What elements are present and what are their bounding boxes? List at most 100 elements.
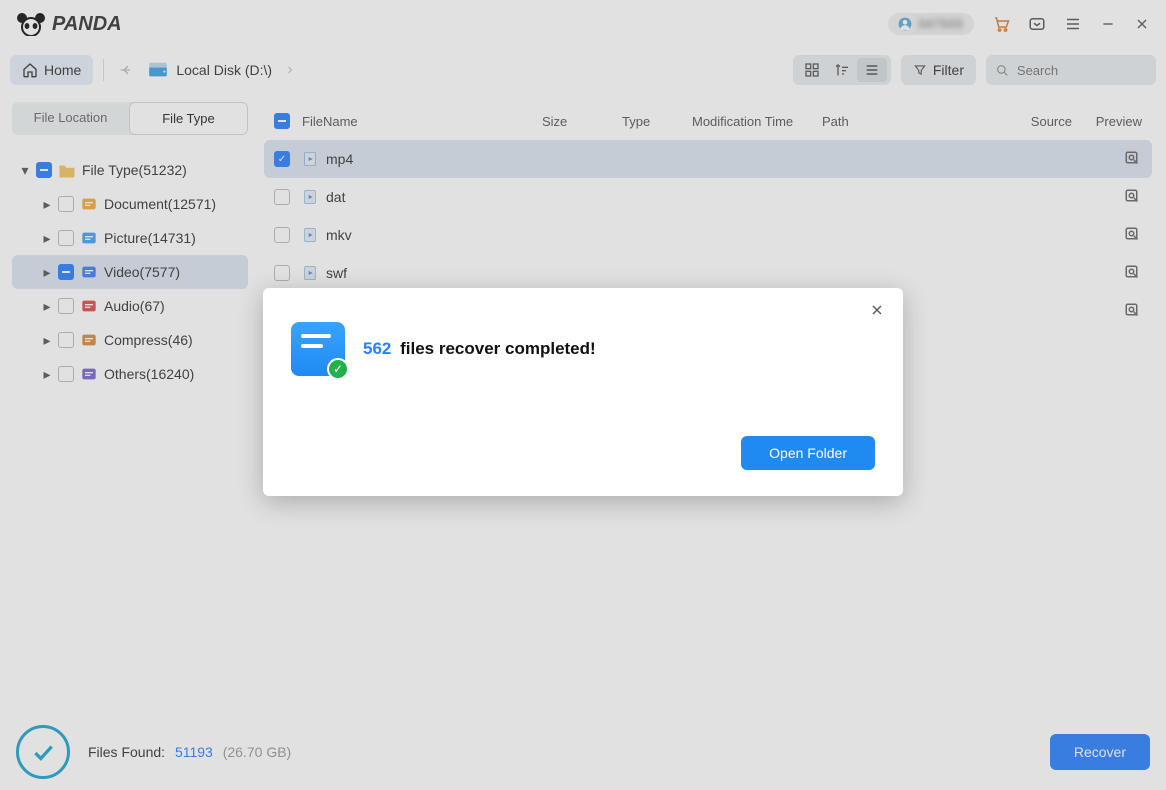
tree-node-label: Document(12571) <box>104 196 216 212</box>
open-folder-button[interactable]: Open Folder <box>741 436 875 470</box>
caret-right-icon: ▸ <box>42 196 52 213</box>
file-row[interactable]: ✓ mp4 <box>264 140 1152 178</box>
home-icon <box>22 62 38 78</box>
dialog-message: 562 files recover completed! <box>363 339 596 359</box>
filter-button[interactable]: Filter <box>901 55 976 85</box>
user-id-obscured: 347505 <box>918 17 964 31</box>
file-name: dat <box>326 189 566 205</box>
file-row[interactable]: swf <box>264 254 1152 292</box>
checkbox-node[interactable] <box>58 366 74 382</box>
menu-icon[interactable] <box>1064 15 1082 33</box>
checkbox-root[interactable] <box>36 162 52 178</box>
tree-root-label: File Type(51232) <box>82 162 187 178</box>
category-icon <box>80 298 98 314</box>
magnify-icon <box>1124 150 1142 168</box>
files-found-text: Files Found: 51193 (26.70 GB) <box>88 744 291 760</box>
caret-right-icon: ▸ <box>42 298 52 315</box>
tree-node[interactable]: ▸ Video(7577) <box>12 255 248 289</box>
recover-complete-dialog: ✓ 562 files recover completed! Open Fold… <box>263 288 903 496</box>
checkbox-row[interactable] <box>274 189 290 205</box>
close-icon[interactable] <box>1134 16 1150 32</box>
category-icon <box>80 196 98 212</box>
tree-node[interactable]: ▸ Document(12571) <box>12 187 248 221</box>
tab-file-location[interactable]: File Location <box>12 102 129 135</box>
checkbox-row[interactable] <box>274 265 290 281</box>
checkbox-node[interactable] <box>58 332 74 348</box>
checkbox-row[interactable] <box>274 227 290 243</box>
checkbox-row[interactable]: ✓ <box>274 151 290 167</box>
preview-button[interactable] <box>1124 264 1142 282</box>
folder-icon <box>58 162 76 178</box>
column-mtime[interactable]: Modification Time <box>692 114 822 129</box>
app-logo: PANDA <box>16 12 122 36</box>
column-filename[interactable]: FileName <box>302 114 542 129</box>
column-path[interactable]: Path <box>822 114 1002 129</box>
category-icon <box>80 230 98 246</box>
tree-node[interactable]: ▸Audio(67) <box>12 289 248 323</box>
checkbox-node[interactable] <box>58 230 74 246</box>
file-row[interactable]: dat <box>264 178 1152 216</box>
view-sort-button[interactable] <box>827 58 857 82</box>
file-name: mp4 <box>326 151 566 167</box>
preview-button[interactable] <box>1124 302 1142 320</box>
grid-icon <box>804 62 820 78</box>
column-source[interactable]: Source <box>1002 114 1072 129</box>
tree-node-label: Video(7577) <box>104 264 180 280</box>
category-icon <box>80 264 98 280</box>
tree-node[interactable]: ▸Picture(14731) <box>12 221 248 255</box>
checkbox-all[interactable] <box>274 113 290 129</box>
checkbox-node[interactable] <box>58 298 74 314</box>
user-badge[interactable]: 347505 <box>888 13 974 35</box>
home-button[interactable]: Home <box>10 55 93 85</box>
tree-root[interactable]: ▾ File Type(51232) <box>12 153 248 187</box>
preview-button[interactable] <box>1124 188 1142 206</box>
back-button[interactable] <box>114 58 138 82</box>
column-size[interactable]: Size <box>542 114 622 129</box>
checkbox-node[interactable] <box>58 196 74 212</box>
search-icon <box>996 63 1009 78</box>
caret-right-icon: ▸ <box>42 366 52 383</box>
app-name: PANDA <box>52 13 122 36</box>
dialog-text: files recover completed! <box>400 339 596 358</box>
file-name: mkv <box>326 227 566 243</box>
list-icon <box>864 62 880 78</box>
check-icon <box>30 739 56 765</box>
files-found-label: Files Found: <box>88 744 165 760</box>
preview-button[interactable] <box>1124 150 1142 168</box>
preview-button[interactable] <box>1124 226 1142 244</box>
category-icon <box>80 332 98 348</box>
tree-node[interactable]: ▸ Others(16240) <box>12 357 248 391</box>
dialog-close-button[interactable] <box>869 302 885 318</box>
file-name: swf <box>326 265 566 281</box>
disk-icon <box>148 62 168 78</box>
caret-down-icon: ▾ <box>20 162 30 179</box>
column-type[interactable]: Type <box>622 114 692 129</box>
file-type-icon <box>302 151 318 167</box>
files-found-size: (26.70 GB) <box>223 744 291 760</box>
minimize-icon[interactable] <box>1100 16 1116 32</box>
magnify-icon <box>1124 188 1142 206</box>
magnify-icon <box>1124 226 1142 244</box>
column-preview[interactable]: Preview <box>1072 114 1142 129</box>
view-list-button[interactable] <box>857 58 887 82</box>
tree-node-label: Others(16240) <box>104 366 194 382</box>
search-input[interactable] <box>1017 63 1146 78</box>
scan-complete-icon <box>16 725 70 779</box>
file-row[interactable]: mkv <box>264 216 1152 254</box>
inbox-icon[interactable] <box>1028 15 1046 33</box>
caret-right-icon: ▸ <box>42 264 52 281</box>
chevron-right-icon <box>284 64 296 76</box>
checkbox-node[interactable] <box>58 264 74 280</box>
tab-file-type[interactable]: File Type <box>129 102 248 135</box>
cart-icon[interactable] <box>992 15 1010 33</box>
caret-right-icon: ▸ <box>42 332 52 349</box>
view-mode-group <box>793 55 891 85</box>
search-field[interactable] <box>986 55 1156 85</box>
caret-right-icon: ▸ <box>42 230 52 247</box>
tree-node[interactable]: ▸Compress(46) <box>12 323 248 357</box>
view-grid-button[interactable] <box>797 58 827 82</box>
file-type-icon <box>302 189 318 205</box>
recover-button[interactable]: Recover <box>1050 734 1150 770</box>
magnify-icon <box>1124 302 1142 320</box>
breadcrumb[interactable]: Local Disk (D:\) <box>148 62 296 78</box>
